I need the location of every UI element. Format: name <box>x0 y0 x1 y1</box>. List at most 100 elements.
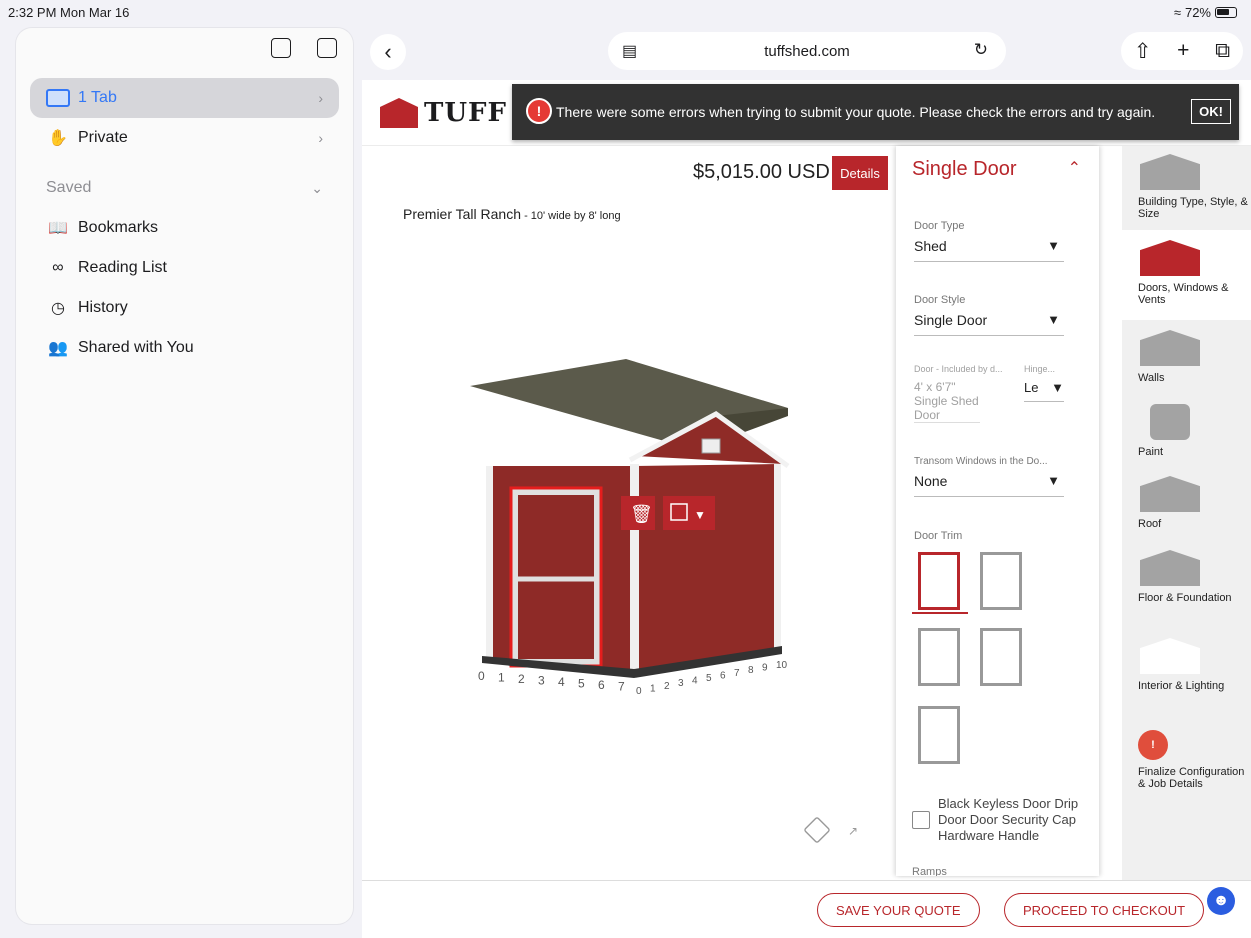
save-quote-button[interactable]: SAVE YOUR QUOTE <box>817 893 980 927</box>
select-value: Single Door <box>914 312 988 328</box>
sidebar-item-label: Bookmarks <box>78 219 159 236</box>
transom-select[interactable]: None ▼ <box>914 473 1064 497</box>
sidebar-section-saved[interactable]: Saved ⌄ <box>30 168 339 208</box>
door-included-value: 4' x 6'7" Single Shed Door <box>914 380 980 423</box>
door-style-field[interactable]: Door Style Single Door ▼ <box>914 294 1064 336</box>
checkout-button[interactable]: PROCEED TO CHECKOUT <box>1004 893 1205 927</box>
sidebar-item-tabs[interactable]: 1 Tab › <box>30 78 339 118</box>
door-included-field: Door - Included by d... 4' x 6'7" Single… <box>914 364 1004 423</box>
alert-icon: ! <box>1138 730 1168 760</box>
nav-label: Roof <box>1138 518 1162 530</box>
interior-icon <box>1140 638 1200 674</box>
chevron-up-icon[interactable]: ⌃ <box>1068 158 1081 178</box>
sidebar-item-reading-list[interactable]: ∞ Reading List <box>30 248 339 288</box>
book-icon: 📖 <box>48 220 68 237</box>
hinge-select[interactable]: Le ▼ <box>1024 380 1064 402</box>
walls-icon <box>1140 330 1200 366</box>
status-indicators: ≈ 72% <box>1174 5 1237 20</box>
accessibility-icon[interactable]: ☻ <box>1207 887 1235 915</box>
ruler-tick-label: 7 <box>734 668 740 679</box>
nav-floor[interactable]: Floor & Foundation <box>1122 550 1251 604</box>
sidebar-toolbar <box>271 38 337 58</box>
sidebar-item-label: Reading List <box>78 259 167 276</box>
ruler-tick-label: 1 <box>498 671 505 685</box>
clock-icon: ◷ <box>51 300 65 317</box>
nav-label: Building Type, Style, & Size <box>1138 196 1248 220</box>
floor-icon <box>1140 550 1200 586</box>
caret-down-icon: ▼ <box>1047 238 1060 253</box>
address-bar[interactable]: ▤ tuffshed.com ↻ <box>608 32 1006 70</box>
sidebar-item-shared[interactable]: 👥 Shared with You <box>30 328 339 368</box>
ruler-tick-label: 6 <box>598 678 605 692</box>
web-content: TUFF SI ! There were some errors when tr… <box>362 80 1251 938</box>
door-type-select[interactable]: Shed ▼ <box>914 238 1064 262</box>
sidebar-item-label: History <box>78 299 128 316</box>
trim-option-2[interactable] <box>980 552 1022 610</box>
nav-label: Finalize Configuration & Job Details <box>1138 766 1245 790</box>
ruler-tick-label: 3 <box>678 678 684 689</box>
ruler-tick-label: 9 <box>762 663 768 674</box>
site-header: TUFF SI ! There were some errors when tr… <box>362 80 1251 146</box>
ar-view-icon[interactable] <box>803 816 831 844</box>
nav-building-type[interactable]: Building Type, Style, & Size <box>1122 154 1251 220</box>
shed-3d-model[interactable]: 0 1 2 3 4 5 6 7 0 1 2 3 4 5 6 7 8 9 10 🗑 ▼ <box>378 146 898 746</box>
trim-option-3[interactable] <box>918 628 960 686</box>
battery-icon <box>1215 7 1237 18</box>
door-style-select[interactable]: Single Door ▼ <box>914 312 1064 336</box>
shed-viewer: $5,015.00 USD Details Premier Tall Ranch… <box>378 146 898 880</box>
wifi-icon: ≈ <box>1173 5 1181 20</box>
trash-icon: 🗑 <box>630 504 653 524</box>
ok-button[interactable]: OK! <box>1191 99 1231 124</box>
sidebar-section-label: Saved <box>46 179 92 196</box>
fullscreen-icon[interactable]: ↗ <box>848 824 858 838</box>
sidebar-item-history[interactable]: ◷ History <box>30 288 339 328</box>
hardware-checkbox[interactable] <box>912 811 930 829</box>
safari-sidebar: 1 Tab › ✋ Private › Saved ⌄ 📖 Bookmarks … <box>16 28 353 924</box>
ruler-tick-label: 2 <box>664 681 670 692</box>
nav-walls[interactable]: Walls <box>1122 330 1251 384</box>
hardware-options-labels: Black Keyless Door Drip Door Door Securi… <box>938 796 1079 843</box>
nav-interior[interactable]: Interior & Lighting <box>1122 638 1251 692</box>
nav-label: Interior & Lighting <box>1138 680 1225 692</box>
corner-trim <box>774 464 781 650</box>
sidebar-item-label: Shared with You <box>78 339 194 356</box>
reader-icon[interactable]: ▤ <box>622 41 637 61</box>
new-tab-icon[interactable]: + <box>1177 39 1189 63</box>
new-tab-group-icon[interactable] <box>271 38 291 58</box>
door-trim-field: Door Trim <box>914 530 1064 548</box>
nav-paint[interactable]: Paint <box>1122 404 1251 458</box>
nav-finalize[interactable]: ! Finalize Configuration & Job Details <box>1122 730 1251 790</box>
tabs-overview-icon[interactable]: ⧉ <box>1215 39 1230 63</box>
chevron-right-icon: › <box>318 90 323 106</box>
reload-icon[interactable]: ↻ <box>974 40 988 60</box>
ruler-tick-label: 3 <box>538 674 545 688</box>
share-icon[interactable]: ⇧ <box>1134 39 1152 64</box>
ruler-tick-label: 10 <box>776 660 788 671</box>
select-value: Shed <box>914 238 947 254</box>
sidebar-toggle-icon[interactable] <box>317 38 337 58</box>
trim-option-4[interactable] <box>980 628 1022 686</box>
trim-option-1[interactable] <box>918 552 960 610</box>
ruler-tick-label: 4 <box>692 676 698 687</box>
sidebar-item-bookmarks[interactable]: 📖 Bookmarks <box>30 208 339 248</box>
door-icon <box>1140 240 1200 276</box>
ruler-tick-label: 5 <box>706 673 712 684</box>
ruler-tick-label: 1 <box>650 683 656 694</box>
hinge-field[interactable]: Hinge... Le ▼ <box>1024 364 1064 402</box>
nav-doors-windows[interactable]: Doors, Windows & Vents <box>1122 230 1251 320</box>
trim-option-5[interactable] <box>918 706 960 764</box>
field-label: Door Type <box>914 220 965 232</box>
nav-roof[interactable]: Roof <box>1122 476 1251 530</box>
trim-selected-indicator <box>912 612 968 614</box>
tabs-icon <box>46 88 70 108</box>
error-toast: ! There were some errors when trying to … <box>512 84 1239 140</box>
roof-icon <box>1140 476 1200 512</box>
nav-label: Paint <box>1138 446 1164 458</box>
sidebar-item-private[interactable]: ✋ Private › <box>30 118 339 158</box>
nav-label: Doors, Windows & Vents <box>1138 282 1229 306</box>
field-label: Transom Windows in the Do... <box>914 456 1048 467</box>
transom-field[interactable]: Transom Windows in the Do... None ▼ <box>914 456 1064 497</box>
back-button[interactable]: ‹ <box>370 34 406 70</box>
battery-percent: 72% <box>1184 5 1211 20</box>
door-type-field[interactable]: Door Type Shed ▼ <box>914 220 1064 262</box>
